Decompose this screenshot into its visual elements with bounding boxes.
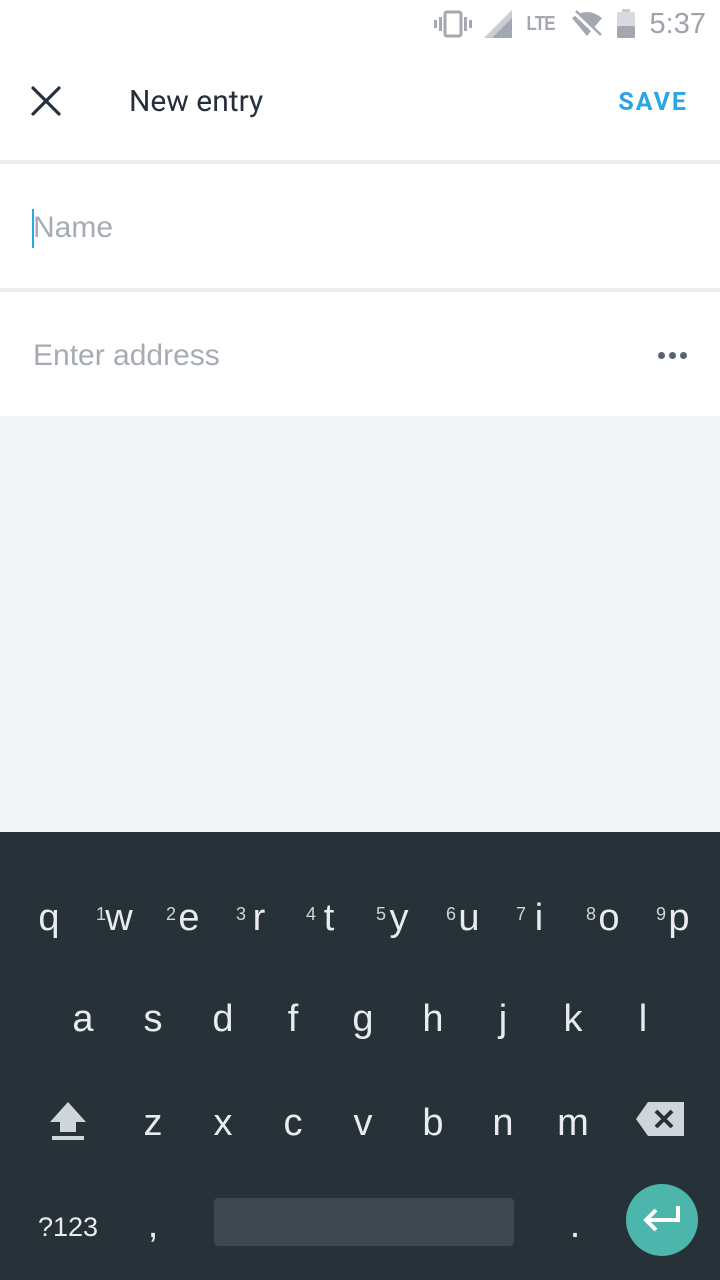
key-f[interactable]: f bbox=[258, 998, 328, 1041]
wifi-off-icon bbox=[570, 10, 604, 38]
key-v[interactable]: v bbox=[328, 1102, 398, 1145]
key-label: t bbox=[323, 897, 335, 939]
key-c[interactable]: c bbox=[258, 1102, 328, 1145]
symbols-key[interactable]: ?123 bbox=[20, 1212, 116, 1243]
key-d[interactable]: d bbox=[188, 998, 258, 1041]
key-label: y bbox=[389, 897, 409, 939]
key-label: p bbox=[668, 897, 690, 939]
text-caret bbox=[32, 209, 34, 248]
name-field-row bbox=[0, 164, 720, 288]
key-m[interactable]: m bbox=[538, 1102, 608, 1145]
key-e[interactable]: e3 bbox=[154, 899, 246, 974]
key-u[interactable]: u7 bbox=[434, 899, 526, 974]
comma-key[interactable]: , bbox=[118, 1204, 188, 1247]
key-t[interactable]: t5 bbox=[294, 899, 386, 974]
close-button[interactable] bbox=[24, 78, 68, 128]
status-icons: LTE 5:37 bbox=[434, 6, 706, 42]
space-key[interactable] bbox=[214, 1198, 514, 1246]
key-y[interactable]: y6 bbox=[364, 899, 457, 974]
key-q[interactable]: q1 bbox=[14, 899, 106, 974]
key-r[interactable]: r4 bbox=[224, 899, 316, 974]
period-key[interactable]: . bbox=[540, 1204, 610, 1247]
backspace-key[interactable] bbox=[634, 1100, 688, 1140]
keyboard: q1 w2 e3 r4 t5 y6 u7 i8 o9 p0 a s d f g … bbox=[0, 832, 720, 1280]
key-j[interactable]: j bbox=[468, 998, 538, 1041]
close-icon bbox=[31, 86, 61, 120]
more-options-button[interactable] bbox=[654, 342, 690, 368]
save-button[interactable]: SAVE bbox=[618, 88, 688, 117]
key-label: e bbox=[178, 897, 200, 939]
key-label: o bbox=[598, 897, 620, 939]
battery-icon bbox=[616, 9, 636, 39]
address-input[interactable] bbox=[33, 336, 633, 376]
key-l[interactable]: l bbox=[608, 998, 678, 1041]
shift-key[interactable] bbox=[48, 1100, 92, 1144]
enter-icon bbox=[642, 1204, 682, 1236]
key-p[interactable]: p0 bbox=[644, 899, 714, 974]
key-label: r bbox=[252, 897, 266, 939]
cell-signal-icon bbox=[484, 10, 513, 38]
more-horizontal-icon bbox=[668, 351, 676, 359]
vibrate-icon bbox=[434, 10, 473, 38]
app-bar: New entry SAVE bbox=[0, 48, 720, 160]
key-a[interactable]: a bbox=[48, 998, 118, 1041]
shift-icon bbox=[48, 1102, 88, 1146]
key-label: u bbox=[458, 897, 480, 939]
address-field-row bbox=[0, 292, 720, 416]
network-type-label: LTE bbox=[526, 12, 556, 35]
status-bar: LTE 5:37 bbox=[0, 0, 720, 48]
more-horizontal-icon bbox=[657, 351, 665, 359]
key-label: q bbox=[38, 897, 60, 939]
key-x[interactable]: x bbox=[188, 1102, 258, 1145]
key-label: w bbox=[105, 897, 133, 939]
key-z[interactable]: z bbox=[118, 1102, 188, 1145]
key-label: i bbox=[534, 897, 544, 939]
clock: 5:37 bbox=[649, 7, 706, 40]
more-horizontal-icon bbox=[679, 351, 687, 359]
key-o[interactable]: o9 bbox=[574, 899, 666, 974]
key-w[interactable]: w2 bbox=[84, 899, 176, 974]
key-k[interactable]: k bbox=[538, 998, 608, 1041]
key-h[interactable]: h bbox=[398, 998, 468, 1041]
enter-key[interactable] bbox=[626, 1184, 698, 1256]
backspace-icon bbox=[634, 1102, 686, 1142]
key-g[interactable]: g bbox=[328, 998, 398, 1041]
key-i[interactable]: i8 bbox=[504, 899, 596, 974]
key-s[interactable]: s bbox=[118, 998, 188, 1041]
name-input[interactable] bbox=[33, 208, 633, 248]
key-b[interactable]: b bbox=[398, 1102, 468, 1145]
key-n[interactable]: n bbox=[468, 1102, 538, 1145]
page-title: New entry bbox=[129, 84, 264, 119]
